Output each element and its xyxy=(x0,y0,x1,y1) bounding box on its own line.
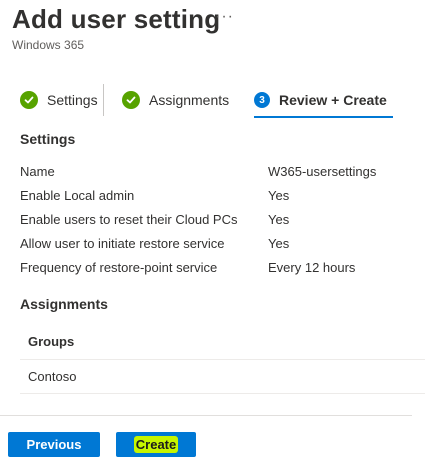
page-title: Add user setting xyxy=(12,4,221,34)
setting-key: Frequency of restore-point service xyxy=(20,260,218,275)
settings-heading: Settings xyxy=(20,131,76,147)
setting-key: Enable users to reset their Cloud PCs xyxy=(20,212,238,227)
step-number-badge: 3 xyxy=(254,92,270,108)
setting-row: Allow user to initiate restore service Y… xyxy=(20,236,420,256)
tab-label: Assignments xyxy=(149,92,230,108)
setting-value: W365-usersettings xyxy=(268,164,377,179)
setting-value: Every 12 hours xyxy=(268,260,356,275)
previous-button[interactable]: Previous xyxy=(8,432,100,457)
groups-column-header: Groups xyxy=(20,324,425,360)
checkmark-icon xyxy=(122,91,140,109)
assignments-heading: Assignments xyxy=(20,296,108,312)
setting-key: Enable Local admin xyxy=(20,188,135,203)
setting-row: Name W365-usersettings xyxy=(20,164,420,184)
setting-row: Enable Local admin Yes xyxy=(20,188,420,208)
create-button[interactable]: Create xyxy=(116,432,196,457)
setting-row: Enable users to reset their Cloud PCs Ye… xyxy=(20,212,420,232)
setting-value: Yes xyxy=(268,212,290,227)
setting-value: Yes xyxy=(268,236,290,251)
more-options-button[interactable]: ··· xyxy=(215,8,234,26)
tab-settings[interactable]: Settings xyxy=(12,84,104,116)
setting-key: Allow user to initiate restore service xyxy=(20,236,225,251)
tab-label: Review + Create xyxy=(279,92,387,108)
setting-row: Frequency of restore-point service Every… xyxy=(20,260,420,280)
checkmark-icon xyxy=(20,91,38,109)
groups-table: Groups Contoso xyxy=(20,324,425,394)
footer-divider xyxy=(0,415,412,416)
setting-key: Name xyxy=(20,164,55,179)
tab-label: Settings xyxy=(47,92,98,108)
setting-value: Yes xyxy=(268,188,290,203)
wizard-tabs: Settings Assignments 3 Review + Create xyxy=(12,84,425,118)
page-subtitle: Windows 365 xyxy=(12,38,85,52)
tab-review-create[interactable]: 3 Review + Create xyxy=(254,84,393,118)
create-button-label: Create xyxy=(133,436,179,453)
table-row: Contoso xyxy=(20,360,425,394)
tab-assignments[interactable]: Assignments xyxy=(122,84,229,116)
